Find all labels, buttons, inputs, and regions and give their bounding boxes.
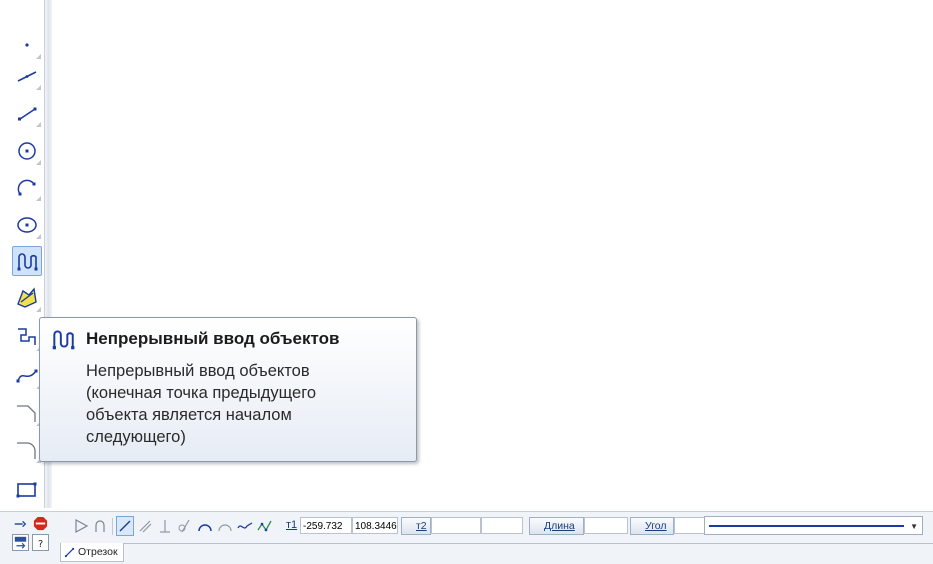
segment-mode-button[interactable] xyxy=(116,516,134,536)
perpendicular-icon xyxy=(160,520,170,533)
bezier-tool-button[interactable] xyxy=(12,360,42,390)
tooltip-title: Непрерывный ввод объектов xyxy=(86,329,340,348)
segment-icon xyxy=(64,547,75,557)
tooltip-line: Непрерывный ввод объектов xyxy=(86,362,310,380)
tab-label: Отрезок xyxy=(78,546,118,558)
help-button[interactable]: ? xyxy=(32,534,49,551)
pin-icon xyxy=(14,520,27,528)
tangent-segment-button[interactable] xyxy=(176,516,194,536)
arc-outline-icon xyxy=(95,520,105,532)
nurbs-icon xyxy=(257,520,272,532)
fillet-tool-button[interactable] xyxy=(12,434,42,464)
spline-icon xyxy=(237,522,253,529)
t2-button[interactable]: т2 xyxy=(401,517,431,535)
point-tool-button[interactable] xyxy=(12,30,42,60)
continuous-input-icon xyxy=(52,330,75,350)
closed-mode-button[interactable] xyxy=(92,516,110,536)
t2-y-field[interactable] xyxy=(481,517,523,534)
parallel-segment-icon xyxy=(139,520,152,533)
continuous-input-tool-button[interactable] xyxy=(12,246,42,276)
tooltip: Непрерывный ввод объектов Непрерывный вв… xyxy=(39,317,417,462)
t2-x-field[interactable] xyxy=(431,517,481,534)
tooltip-description: Непрерывный ввод объектов (конечная точк… xyxy=(86,360,406,448)
tangent-icon xyxy=(178,519,190,533)
perpendicular-segment-button[interactable] xyxy=(156,516,174,536)
arc-icon xyxy=(198,524,212,532)
polyline-tool-button[interactable] xyxy=(12,283,42,313)
arc-tangent-icon xyxy=(218,524,232,532)
t1-y-field[interactable]: 108.3446 xyxy=(352,517,398,534)
tooltip-line: (конечная точка предыдущего xyxy=(86,384,317,402)
t1-label: т1 xyxy=(286,519,298,531)
auto-create-button[interactable] xyxy=(12,534,29,551)
auto-create-icon xyxy=(14,536,27,549)
t1-x-field[interactable]: -259.732 xyxy=(300,517,352,534)
parallel-segment-button[interactable] xyxy=(136,516,154,536)
segment-tool-button[interactable] xyxy=(12,98,42,128)
ellipse-tool-button[interactable] xyxy=(12,210,42,240)
rectangle-tool-button[interactable] xyxy=(12,474,42,504)
line-style-preview xyxy=(709,525,904,527)
segment-icon xyxy=(119,520,131,532)
polygon-tool-button[interactable] xyxy=(12,322,42,352)
triangle-outline-icon xyxy=(75,518,89,534)
command-tabs: Отрезок xyxy=(60,543,933,564)
tooltip-line: следующего) xyxy=(86,428,186,446)
arc-mode-button[interactable] xyxy=(196,516,214,536)
t2-label: т2 xyxy=(416,520,427,532)
help-icon: ? xyxy=(38,538,43,548)
length-field[interactable] xyxy=(584,517,628,534)
continuous-input-icon xyxy=(17,253,38,271)
auxiliary-line-tool-button[interactable] xyxy=(12,61,42,91)
nurbs-mode-button[interactable] xyxy=(256,516,274,536)
stop-icon xyxy=(33,516,48,531)
pin-button[interactable] xyxy=(12,516,28,532)
svg-text:?: ? xyxy=(38,538,43,548)
arc-tangent-button[interactable] xyxy=(216,516,234,536)
circle-tool-button[interactable] xyxy=(12,136,42,166)
tab-segment[interactable]: Отрезок xyxy=(60,543,124,562)
stop-button[interactable] xyxy=(32,515,49,532)
chamfer-tool-button[interactable] xyxy=(12,397,42,427)
arc-tool-button[interactable] xyxy=(12,172,42,202)
chevron-down-icon: ▼ xyxy=(910,522,918,531)
spline-mode-button[interactable] xyxy=(236,516,254,536)
angle-button[interactable]: Угол xyxy=(630,517,674,535)
rectangle-icon xyxy=(16,482,37,498)
length-button[interactable]: Длина xyxy=(529,517,584,535)
tooltip-line: объекта является началом xyxy=(86,406,292,424)
continuous-input-mode-button[interactable] xyxy=(72,516,90,536)
line-style-select[interactable]: ▼ xyxy=(704,516,923,535)
